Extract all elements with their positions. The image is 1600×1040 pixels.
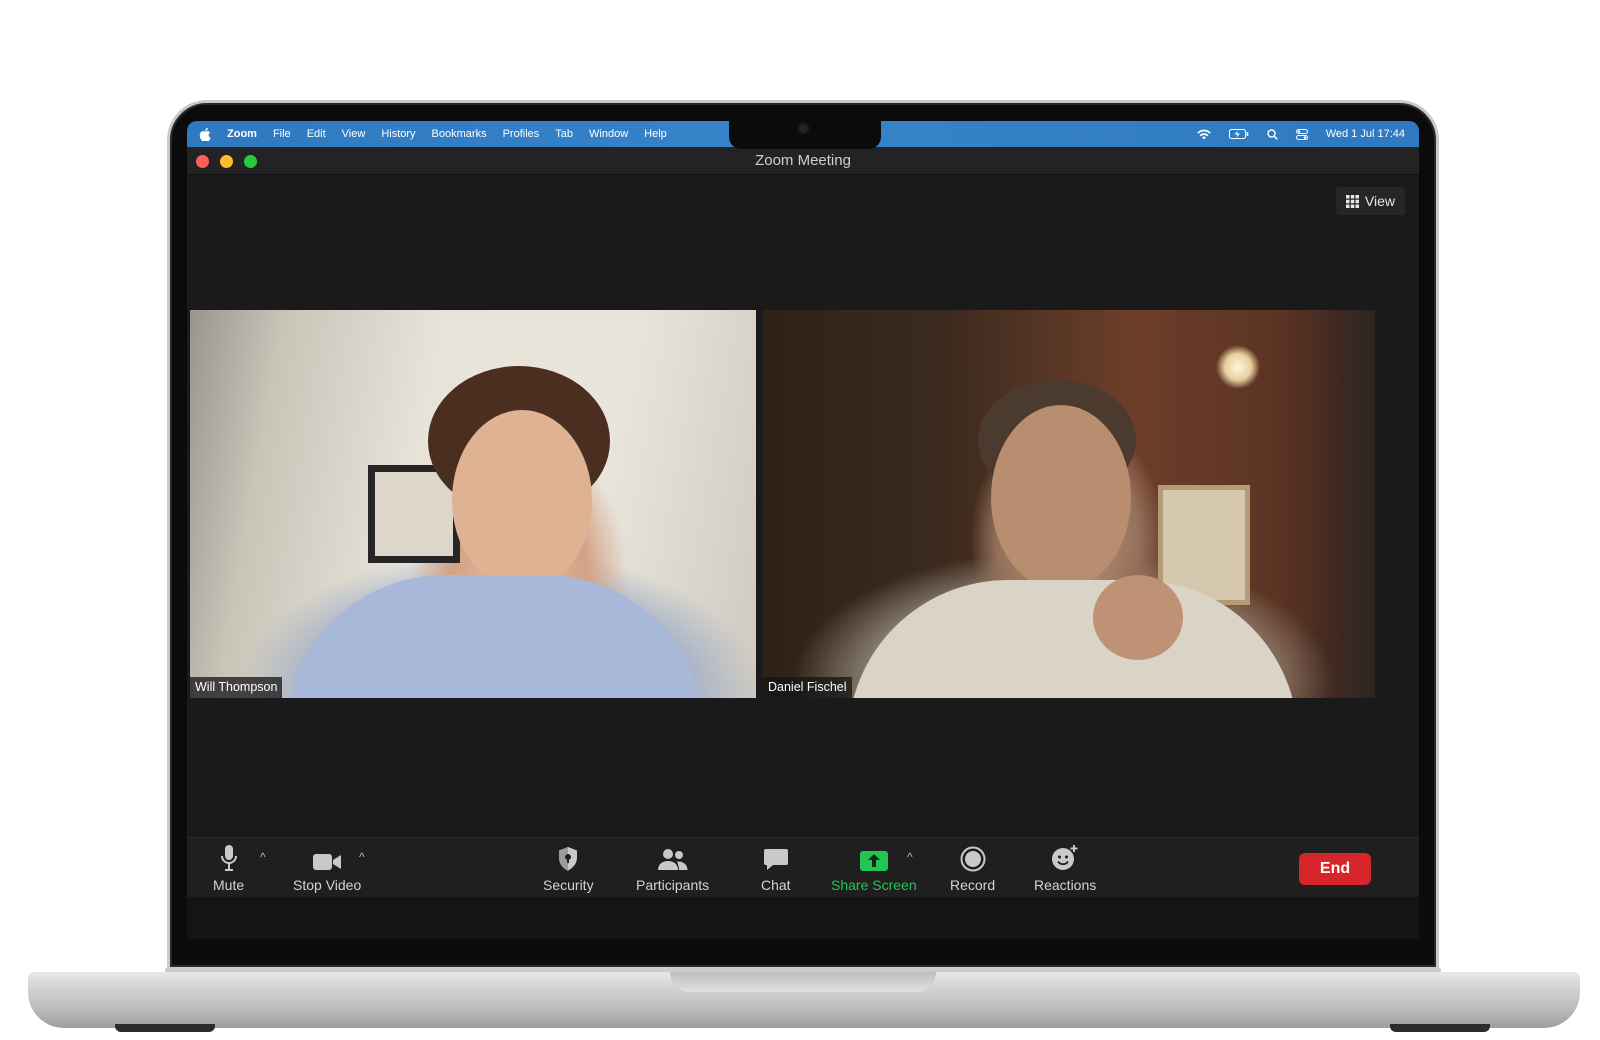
spotlight-search-icon[interactable] bbox=[1267, 128, 1278, 140]
window-title: Zoom Meeting bbox=[755, 152, 851, 169]
security-label: Security bbox=[543, 877, 594, 893]
security-button[interactable]: Security bbox=[543, 842, 594, 893]
view-layout-button[interactable]: View bbox=[1335, 187, 1405, 215]
chat-button[interactable]: Chat bbox=[761, 842, 791, 893]
participants-label: Participants bbox=[636, 877, 710, 893]
video-tile-daniel-fischel[interactable]: Daniel Fischel bbox=[763, 310, 1375, 698]
chat-bubble-icon bbox=[763, 849, 788, 870]
participants-button[interactable]: Participants bbox=[636, 842, 709, 893]
microphone-icon bbox=[220, 845, 237, 871]
share-options-chevron-up-icon[interactable]: ^ bbox=[907, 850, 913, 864]
grid-view-icon bbox=[1345, 194, 1359, 208]
participant-shirt bbox=[285, 575, 705, 698]
laptop-thumb-notch bbox=[670, 972, 936, 992]
mute-button[interactable]: Mute bbox=[213, 842, 244, 893]
participants-icon bbox=[657, 849, 688, 870]
close-window-button[interactable] bbox=[196, 155, 209, 168]
audio-options-chevron-up-icon[interactable]: ^ bbox=[260, 850, 266, 864]
control-center-icon[interactable] bbox=[1295, 128, 1308, 140]
menu-edit[interactable]: Edit bbox=[307, 128, 326, 140]
laptop-screen: Zoom File Edit View History Bookmarks Pr… bbox=[187, 121, 1419, 939]
battery-icon[interactable] bbox=[1228, 129, 1249, 139]
laptop-foot-right bbox=[1390, 1024, 1490, 1032]
participant-face bbox=[991, 405, 1131, 590]
video-camera-icon bbox=[313, 854, 342, 870]
menu-tab[interactable]: Tab bbox=[555, 128, 573, 140]
menu-profiles[interactable]: Profiles bbox=[503, 128, 540, 140]
shield-icon bbox=[559, 847, 578, 871]
chat-label: Chat bbox=[761, 877, 791, 893]
stop-video-button[interactable]: Stop Video bbox=[293, 842, 361, 893]
menu-view[interactable]: View bbox=[342, 128, 366, 140]
menu-history[interactable]: History bbox=[381, 128, 415, 140]
record-label: Record bbox=[950, 877, 996, 893]
zoom-window-titlebar: Zoom Meeting bbox=[187, 147, 1419, 175]
menu-file[interactable]: File bbox=[273, 128, 291, 140]
menu-help[interactable]: Help bbox=[644, 128, 667, 140]
participant-name-tag: Will Thompson bbox=[190, 677, 283, 698]
end-meeting-button[interactable]: End bbox=[1299, 853, 1371, 885]
video-options-chevron-up-icon[interactable]: ^ bbox=[359, 850, 365, 864]
mute-label: Mute bbox=[213, 877, 245, 893]
share-screen-button[interactable]: Share Screen bbox=[831, 842, 917, 893]
smiley-plus-icon bbox=[1052, 845, 1078, 870]
screen-bottom-bezel bbox=[187, 897, 1419, 939]
reactions-button[interactable]: Reactions bbox=[1034, 842, 1096, 893]
video-tile-will-thompson[interactable]: Will Thompson bbox=[190, 310, 756, 698]
share-screen-label: Share Screen bbox=[831, 877, 917, 893]
stop-video-label: Stop Video bbox=[293, 877, 362, 893]
reactions-label: Reactions bbox=[1034, 877, 1097, 893]
share-screen-arrow-icon bbox=[859, 851, 888, 871]
participant-face bbox=[452, 410, 592, 590]
menu-window[interactable]: Window bbox=[589, 128, 628, 140]
fullscreen-window-button[interactable] bbox=[244, 155, 257, 168]
laptop-foot-left bbox=[115, 1024, 215, 1032]
record-icon bbox=[960, 846, 986, 872]
apple-logo-icon[interactable] bbox=[199, 127, 211, 141]
menu-bookmarks[interactable]: Bookmarks bbox=[432, 128, 487, 140]
participant-name-tag: Daniel Fischel bbox=[763, 677, 852, 698]
minimize-window-button[interactable] bbox=[220, 155, 233, 168]
meeting-toolbar: Mute ^ Stop Video ^ Security Participant… bbox=[187, 837, 1419, 897]
view-layout-label: View bbox=[1364, 193, 1395, 209]
participant-hand bbox=[1093, 575, 1183, 660]
menu-bar-clock[interactable]: Wed 1 Jul 17:44 bbox=[1326, 128, 1405, 140]
wifi-icon[interactable] bbox=[1196, 129, 1211, 140]
webcam-icon bbox=[799, 124, 808, 133]
menu-app-name[interactable]: Zoom bbox=[227, 128, 257, 140]
record-button[interactable]: Record bbox=[950, 842, 995, 893]
